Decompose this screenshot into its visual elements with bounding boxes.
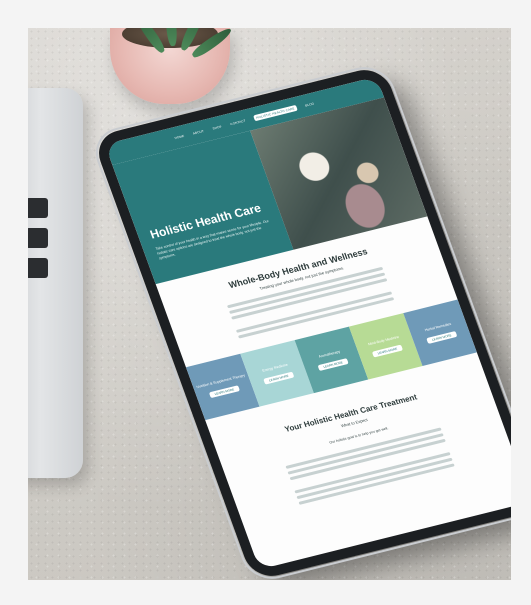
nav-item-home[interactable]: HOME xyxy=(174,134,185,140)
nav-item-shop[interactable]: SHOP xyxy=(212,125,222,131)
nav-item-about[interactable]: ABOUT xyxy=(192,129,204,136)
photo-frame: HOME ABOUT SHOP CONTACT HOLISTIC HEALTH … xyxy=(28,28,511,580)
tile-label: Aromatherapy xyxy=(317,349,341,359)
laptop-key xyxy=(28,228,48,248)
tile-label: Herbal Remedies xyxy=(424,321,452,333)
learn-more-button[interactable]: LEARN MORE xyxy=(426,331,458,344)
learn-more-button[interactable]: LEARN MORE xyxy=(317,358,349,372)
learn-more-button[interactable]: LEARN MORE xyxy=(263,371,295,385)
laptop-key xyxy=(28,198,48,218)
tile-label: Energy Medicine xyxy=(261,362,289,373)
nav-item-holistic[interactable]: HOLISTIC HEALTH CARE xyxy=(253,104,298,122)
laptop xyxy=(28,88,83,478)
nav-item-contact[interactable]: CONTACT xyxy=(230,119,247,127)
learn-more-button[interactable]: LEARN MORE xyxy=(371,344,403,358)
learn-more-button[interactable]: LEARN MORE xyxy=(208,385,240,399)
laptop-key xyxy=(28,258,48,278)
tile-label: Mind-Body Medicine xyxy=(367,334,400,347)
nav-item-blog[interactable]: BLOG xyxy=(305,102,315,108)
